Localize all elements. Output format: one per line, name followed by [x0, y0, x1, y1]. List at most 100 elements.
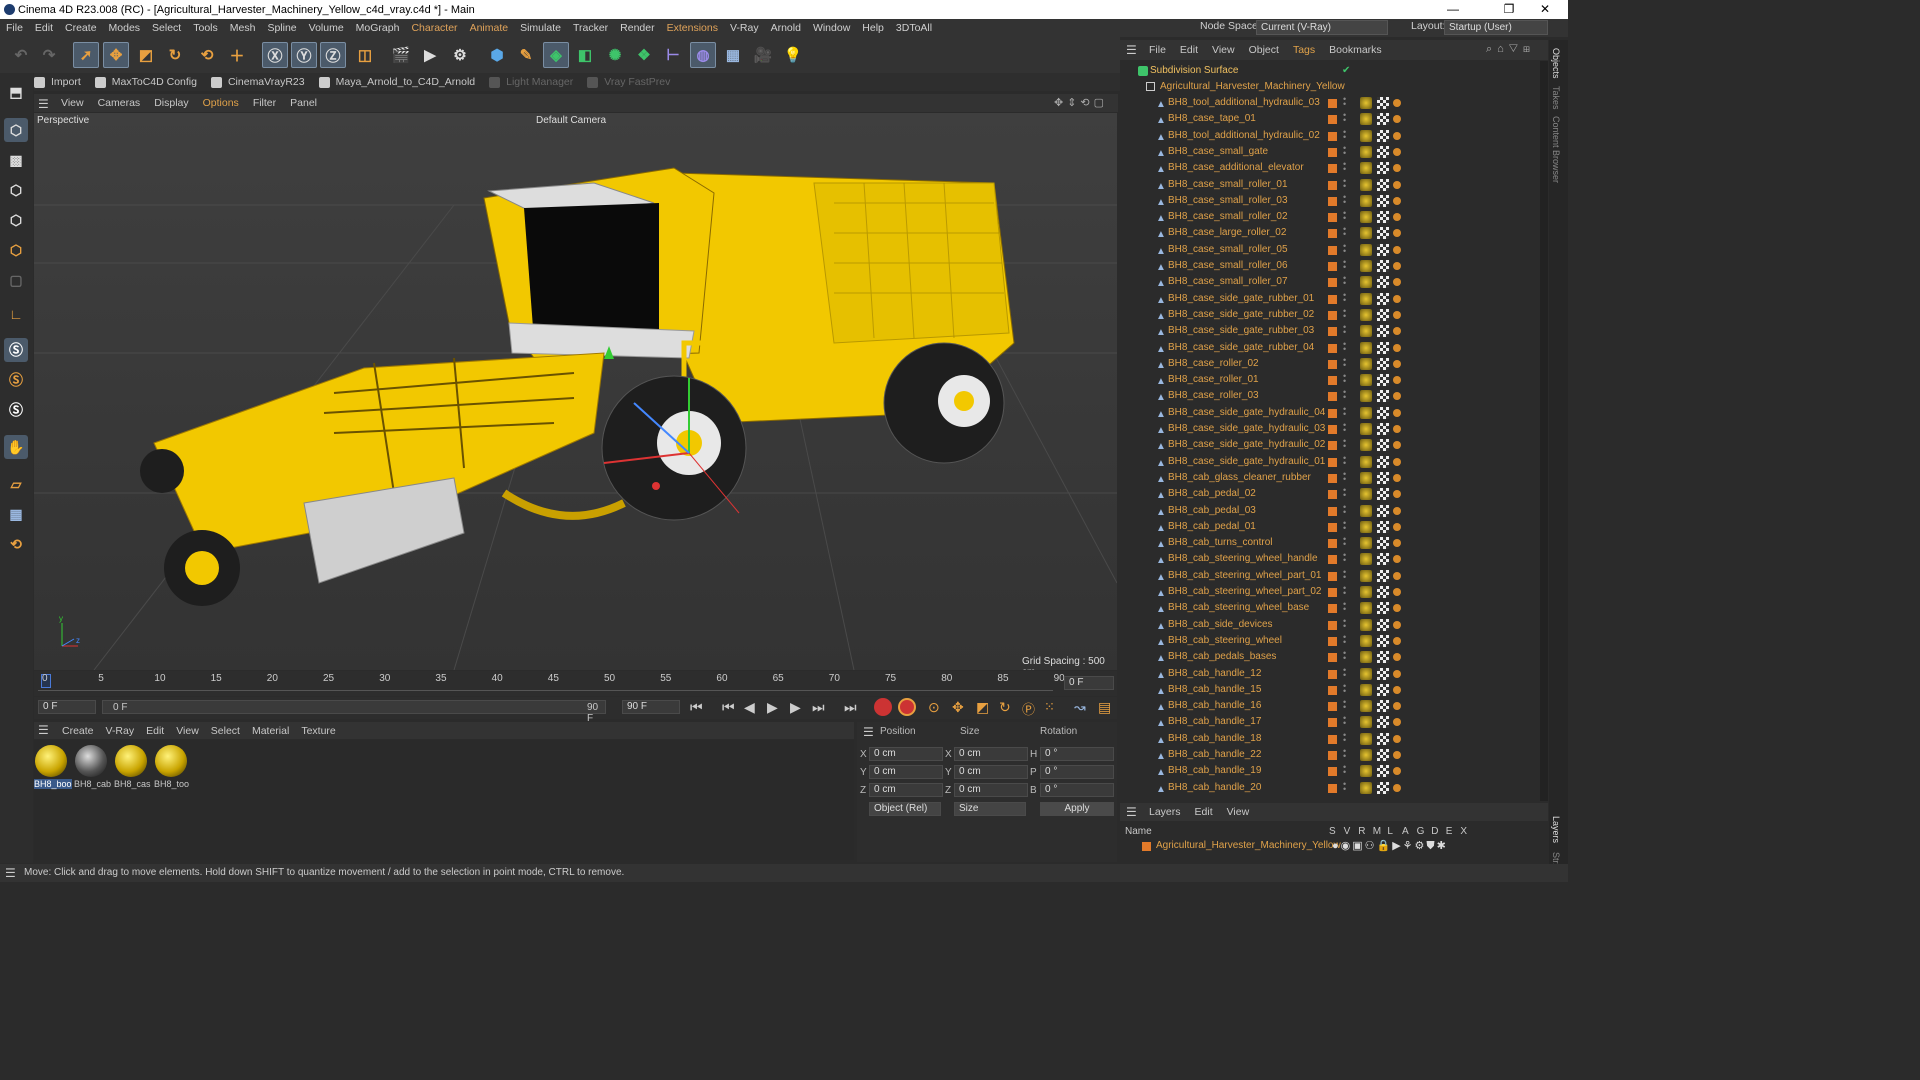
recent-tools-icon[interactable]: ⟲ — [194, 42, 220, 68]
texture-tag-icon[interactable] — [1377, 406, 1389, 419]
material-menu-material[interactable]: Material — [246, 725, 295, 737]
layer-menu-view[interactable]: View — [1220, 806, 1257, 818]
visibility-dots-icon[interactable]: • • — [1343, 241, 1347, 256]
size-z-field[interactable]: 0 cm — [954, 783, 1028, 797]
goto-start-icon[interactable]: ⏮ — [690, 699, 703, 716]
layer-color-icon[interactable] — [1328, 473, 1337, 483]
texture-tag-icon[interactable] — [1377, 602, 1389, 615]
material-tag-icon[interactable] — [1360, 749, 1372, 761]
edges-mode-icon[interactable]: ⬡ — [4, 208, 28, 232]
menu-animate[interactable]: Animate — [464, 22, 515, 34]
hamburger-icon[interactable]: ☰ — [1126, 805, 1137, 819]
tree-row-object[interactable]: ▲ BH8_cab_side_devices • • — [1120, 616, 1540, 633]
timeline-window-icon[interactable]: ▤ — [1098, 699, 1111, 716]
texture-tag-icon[interactable] — [1377, 374, 1389, 387]
hamburger-icon[interactable]: ☰ — [863, 725, 874, 739]
coordinate-system-icon[interactable]: ◫ — [352, 42, 378, 68]
phong-tag-icon[interactable] — [1393, 392, 1401, 401]
layer-color-icon[interactable] — [1328, 620, 1337, 630]
phong-tag-icon[interactable] — [1393, 783, 1401, 792]
tree-row-object[interactable]: ▲ BH8_tool_additional_hydraulic_02 • • — [1120, 127, 1540, 144]
material-tag-icon[interactable] — [1360, 390, 1372, 403]
visibility-dots-icon[interactable]: • • — [1343, 258, 1347, 272]
rotate-tool-icon[interactable]: ↻ — [162, 42, 188, 68]
tree-row-object[interactable]: ▲ BH8_case_roller_03 • • — [1120, 388, 1540, 404]
tree-row-object[interactable]: ▲ BH8_case_small_roller_06 • • — [1120, 258, 1540, 274]
visibility-dots-icon[interactable]: • • — [1343, 502, 1347, 517]
visibility-dots-icon[interactable]: • • — [1343, 763, 1347, 777]
make-editable-icon[interactable]: ⬒ — [4, 80, 28, 104]
layer-menu-layers[interactable]: Layers — [1142, 806, 1188, 818]
material-menu-view[interactable]: View — [170, 725, 205, 737]
material-menu-select[interactable]: Select — [205, 725, 246, 737]
phong-tag-icon[interactable] — [1393, 278, 1401, 287]
viewport-perspective[interactable]: y z Perspective Default Camera Grid Spac… — [34, 113, 1117, 670]
phong-tag-icon[interactable] — [1393, 718, 1401, 727]
menu-tools[interactable]: Tools — [187, 22, 224, 34]
texture-tag-icon[interactable] — [1377, 455, 1389, 468]
visibility-dots-icon[interactable]: • • — [1343, 600, 1347, 614]
phong-tag-icon[interactable] — [1393, 131, 1401, 140]
layer-color-icon[interactable] — [1328, 425, 1337, 434]
menu-volume[interactable]: Volume — [303, 22, 350, 34]
visibility-dots-icon[interactable]: • • — [1343, 339, 1347, 354]
layer-toggle-icons[interactable]: ●◉▣⚇🔒▶⚘⚙⛊✱ — [1332, 839, 1448, 853]
texture-tag-icon[interactable] — [1377, 537, 1389, 550]
motion-system-icon[interactable]: ↝ — [1074, 699, 1086, 716]
visibility-dots-icon[interactable]: • • — [1343, 290, 1347, 305]
tree-row-object[interactable]: ▲ BH8_case_small_roller_05 • • — [1120, 241, 1540, 258]
material-tag-icon[interactable] — [1360, 162, 1372, 175]
visibility-dots-icon[interactable]: • • — [1343, 730, 1347, 745]
material-tag-icon[interactable] — [1360, 520, 1372, 533]
tree-row-object[interactable]: ▲ BH8_cab_pedal_03 • • — [1120, 502, 1540, 519]
object-menu-edit[interactable]: Edit — [1173, 44, 1205, 56]
phong-tag-icon[interactable] — [1393, 245, 1401, 254]
coordinate-mode-select[interactable]: Object (Rel) — [869, 802, 941, 816]
apply-button[interactable]: Apply — [1040, 802, 1114, 816]
visibility-dots-icon[interactable]: • • — [1343, 632, 1347, 647]
material-tag-icon[interactable] — [1360, 504, 1372, 517]
menu-3dtoall[interactable]: 3DToAll — [890, 22, 938, 34]
layer-color-icon[interactable] — [1328, 506, 1337, 516]
visibility-dots-icon[interactable]: • • — [1343, 388, 1347, 402]
texture-tag-icon[interactable] — [1377, 732, 1389, 745]
menu-render[interactable]: Render — [614, 22, 660, 34]
layer-color-icon[interactable] — [1328, 147, 1337, 157]
material-tag-icon[interactable] — [1360, 423, 1372, 435]
layer-color-icon[interactable] — [1328, 408, 1337, 418]
layer-color-icon[interactable] — [1328, 327, 1337, 337]
tree-row-object[interactable]: ▲ BH8_cab_pedal_01 • • — [1120, 518, 1540, 535]
tree-row-object[interactable]: ▲ BH8_case_side_gate_rubber_04 • • — [1120, 339, 1540, 356]
tab-layers[interactable]: Layers — [1551, 816, 1561, 843]
size-y-field[interactable]: 0 cm — [954, 765, 1028, 779]
plugin-maxtoc4d-config[interactable]: MaxToC4D Config — [94, 76, 197, 88]
phong-tag-icon[interactable] — [1393, 327, 1401, 336]
layer-row[interactable]: Agricultural_Harvester_Machinery_Yellow — [1156, 840, 1341, 851]
layer-color-icon[interactable] — [1328, 359, 1337, 369]
layer-color-icon[interactable] — [1328, 555, 1337, 565]
menu-file[interactable]: File — [0, 22, 29, 34]
render-picture-viewer-icon[interactable]: ▶ — [417, 42, 443, 68]
menu-mesh[interactable]: Mesh — [224, 22, 262, 34]
max-frame-field[interactable]: 90 F — [622, 700, 680, 714]
phong-tag-icon[interactable] — [1393, 539, 1401, 548]
phong-tag-icon[interactable] — [1393, 213, 1401, 222]
tree-row-group[interactable]: Agricultural_Harvester_Machinery_Yellow — [1120, 79, 1540, 95]
visibility-dots-icon[interactable]: • • — [1343, 567, 1347, 582]
keyframe-selection-icon[interactable]: ⊙ — [928, 699, 940, 716]
menu-v-ray[interactable]: V-Ray — [724, 22, 765, 34]
phong-tag-icon[interactable] — [1393, 604, 1401, 613]
tweak-mode-icon[interactable]: ✋ — [4, 435, 28, 459]
texture-tag-icon[interactable] — [1377, 211, 1389, 224]
material-tag-icon[interactable] — [1360, 602, 1372, 615]
texture-tag-icon[interactable] — [1377, 341, 1389, 354]
render-view-icon[interactable]: 🎬 — [388, 42, 414, 68]
texture-tag-icon[interactable] — [1377, 618, 1389, 631]
tree-row-object[interactable]: ▲ BH8_case_small_gate • • — [1120, 143, 1540, 160]
phong-tag-icon[interactable] — [1393, 441, 1401, 450]
next-key-icon[interactable]: ⏭ — [812, 699, 825, 716]
texture-tag-icon[interactable] — [1377, 243, 1389, 256]
visibility-dots-icon[interactable]: • • — [1343, 323, 1347, 337]
phong-tag-icon[interactable] — [1393, 522, 1401, 531]
menu-window[interactable]: Window — [807, 22, 856, 34]
